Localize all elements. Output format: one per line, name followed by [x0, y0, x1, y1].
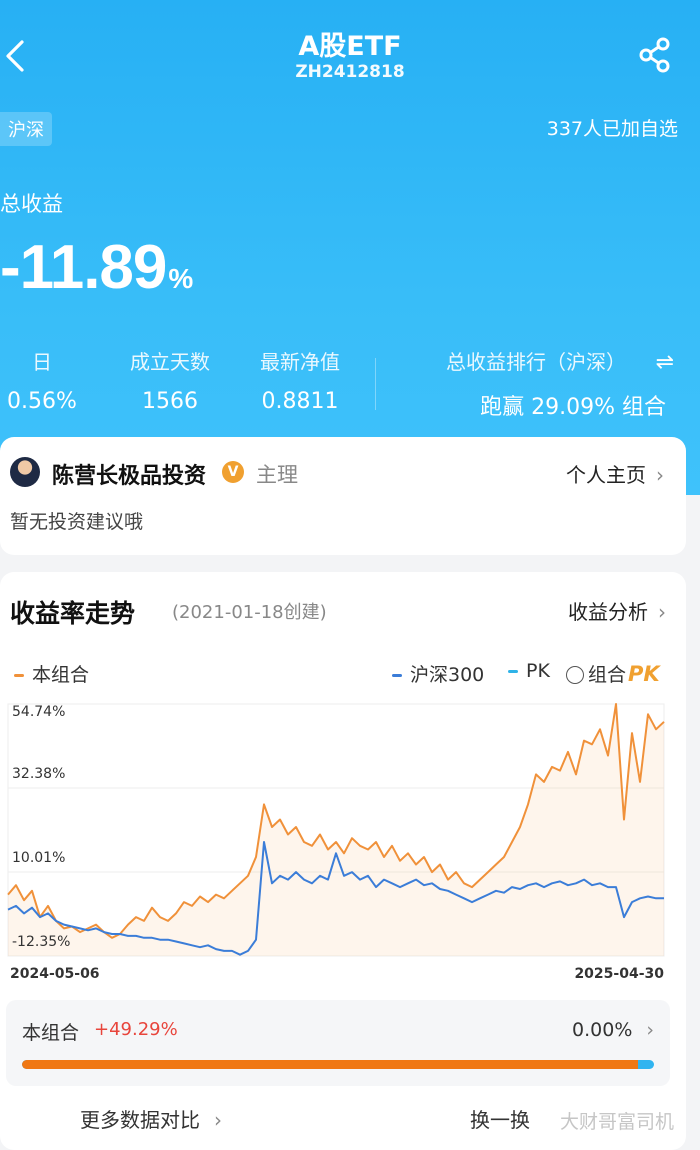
legend-pk: PK: [508, 660, 550, 682]
analysis-label: 收益分析: [568, 600, 648, 624]
page-title: A股ETF: [298, 31, 402, 62]
swap-icon[interactable]: ⇌: [656, 350, 674, 375]
stat-label: 日: [32, 350, 52, 374]
total-return-label: 总收益: [0, 192, 63, 216]
comparison-bar-fill: [22, 1060, 639, 1069]
stat-label: 最新净值: [260, 350, 340, 374]
total-return-unit: %: [168, 263, 193, 294]
homepage-label: 个人主页: [566, 463, 646, 487]
x-tick-label: 2025-04-30: [574, 966, 664, 982]
watermark: 大财哥富司机: [560, 1111, 675, 1133]
share-icon: [639, 37, 670, 73]
market-tag: 沪深: [0, 112, 52, 146]
share-button[interactable]: [638, 36, 672, 74]
stat-value: 1566: [142, 389, 198, 414]
pk-combo-label: 组合: [588, 664, 627, 686]
manager-card: 陈营长极品投资 V 主理 个人主页 › 暂无投资建议哦: [0, 437, 686, 555]
legend-swatch: [392, 674, 402, 677]
created-date: (2021-01-18创建): [172, 602, 327, 623]
chevron-right-icon: ›: [658, 600, 666, 624]
legend-label: 沪深300: [410, 664, 485, 686]
legend-swatch: [508, 670, 518, 673]
section-title: 收益率走势: [10, 599, 136, 628]
stat-days: 成立天数 1566: [118, 346, 222, 414]
manager-name[interactable]: 陈营长极品投资: [52, 458, 206, 490]
verified-badge: V: [222, 461, 244, 483]
chevron-right-icon: ›: [214, 1108, 222, 1132]
comparison-panel[interactable]: 本组合 +49.29% 0.00% ›: [6, 1000, 670, 1086]
homepage-link[interactable]: 个人主页 ›: [566, 459, 664, 488]
return-analysis-link[interactable]: 收益分析 ›: [568, 596, 666, 625]
legend-swatch: [14, 674, 24, 677]
advice-text: 暂无投资建议哦: [10, 511, 144, 533]
return-chart[interactable]: [0, 692, 686, 962]
rank-value: 跑赢 29.09% 组合: [480, 395, 666, 420]
more-comparison-link[interactable]: 更多数据对比 ›: [80, 1104, 222, 1133]
y-tick-label: 32.38%: [12, 766, 66, 782]
stat-value: 0.8811: [261, 389, 339, 414]
y-tick-label: -12.35%: [12, 934, 71, 950]
portfolio-code: ZH2412818: [295, 62, 405, 82]
chevron-right-icon: ›: [656, 463, 664, 487]
manager-role: 主理: [256, 463, 298, 487]
x-tick-label: 2024-05-06: [10, 966, 100, 982]
y-tick-label: 10.01%: [12, 850, 66, 866]
rank-label: 总收益排行（沪深）: [446, 350, 626, 374]
legend-index: 沪深300: [392, 660, 484, 687]
return-trend-card: 收益率走势 (2021-01-18创建) 收益分析 › 本组合 沪深300 PK …: [0, 572, 686, 1150]
stat-nav: 最新净值 0.8811: [248, 346, 352, 414]
other-return: 0.00%: [572, 1019, 633, 1041]
legend-portfolio: 本组合: [14, 660, 89, 687]
legend-label: PK: [526, 660, 550, 682]
pk-logo: PK: [628, 662, 660, 686]
stats-divider: [375, 358, 376, 410]
stat-label: 成立天数: [130, 350, 210, 374]
legend-label: 本组合: [32, 664, 90, 686]
total-return-value: -11.89%: [0, 232, 193, 303]
avatar[interactable]: [10, 457, 40, 487]
swap-button[interactable]: 换一换: [470, 1104, 530, 1133]
radio-icon[interactable]: [566, 666, 584, 684]
return-rank[interactable]: 总收益排行（沪深） 跑赢 29.09% 组合: [446, 346, 666, 421]
pk-combo-toggle[interactable]: 组合PK: [566, 660, 660, 687]
portfolio-return: +49.29%: [94, 1019, 178, 1040]
comparison-bar: [22, 1060, 654, 1069]
y-tick-label: 54.74%: [12, 704, 66, 720]
comparison-label: 本组合: [22, 1022, 80, 1044]
portfolio-header: A股ETF ZH2412818 沪深 337人已加自选 总收益 -11.89% …: [0, 0, 700, 495]
comparison-other: 0.00% ›: [572, 1019, 654, 1041]
more-label: 更多数据对比: [80, 1108, 200, 1132]
total-return-number: -11.89: [0, 233, 167, 302]
stat-daily: 日 0.56%: [4, 346, 80, 414]
follow-count: 337人已加自选: [546, 118, 678, 140]
stat-value: 0.56%: [7, 389, 77, 414]
chevron-right-icon: ›: [646, 1019, 654, 1041]
